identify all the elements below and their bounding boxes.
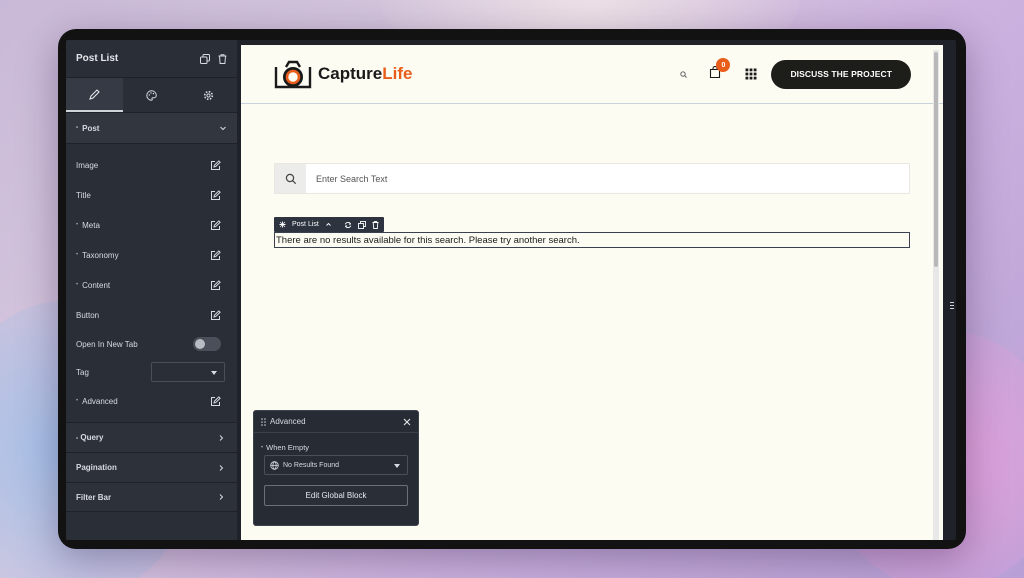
sidebar-item-label: Image	[76, 160, 99, 170]
sidebar-item-label: Content	[82, 280, 111, 290]
sidebar-item-label: Taxonomy	[82, 250, 119, 260]
post-list-toolbar: Post List	[274, 217, 384, 232]
edit-icon[interactable]	[210, 279, 221, 291]
close-icon[interactable]	[403, 418, 411, 426]
canvas-scrollbar[interactable]	[933, 50, 939, 540]
post-list-toolbar-label[interactable]: Post List	[292, 221, 319, 228]
sidebar-item-content[interactable]: • Content	[66, 270, 237, 300]
section-pagination[interactable]: Pagination	[66, 452, 237, 482]
when-empty-label: When Empty	[266, 443, 310, 452]
section-query[interactable]: • Query	[66, 422, 237, 452]
popover-title: Advanced	[270, 417, 306, 426]
search-icon	[285, 173, 297, 185]
when-empty-label-row: • When Empty	[261, 443, 310, 452]
sidebar-item-image[interactable]: Image	[66, 150, 237, 180]
search-icon[interactable]	[680, 70, 688, 78]
edit-icon[interactable]	[210, 219, 221, 231]
chevron-right-icon	[217, 464, 225, 472]
open-new-tab-label: Open In New Tab	[76, 339, 138, 349]
sidebar-header: Post List	[66, 40, 237, 78]
sidebar-title: Post List	[76, 53, 119, 64]
section-query-label: Query	[80, 433, 104, 442]
search-submit-button[interactable]	[275, 164, 306, 193]
post-section-body: Image Title •Meta •Taxonomy •Content	[66, 144, 237, 416]
section-post-label: Post	[82, 123, 100, 133]
chevron-down-icon	[219, 124, 227, 132]
when-empty-select[interactable]: No Results Found	[264, 455, 408, 475]
open-new-tab-toggle[interactable]	[193, 337, 221, 351]
tab-content[interactable]	[66, 78, 123, 112]
edit-icon[interactable]	[210, 309, 221, 321]
sidebar-tabs	[66, 78, 237, 113]
gear-icon	[203, 90, 214, 101]
sidebar-item-taxonomy[interactable]: • Taxonomy	[66, 240, 237, 270]
duplicate-icon[interactable]	[200, 53, 210, 64]
edit-global-block-button[interactable]: Edit Global Block	[264, 485, 408, 506]
tag-label: Tag	[76, 367, 89, 377]
edit-icon[interactable]	[210, 159, 221, 171]
device-frame: Post List • Post Image Title • Meta • Ta…	[58, 29, 966, 549]
chevron-right-icon	[217, 493, 225, 501]
duplicate-icon[interactable]	[357, 220, 366, 229]
sidebar-item-button[interactable]: Button	[66, 300, 237, 330]
section-filter-bar-label: Filter Bar	[76, 492, 112, 502]
section-post[interactable]: • Post	[66, 113, 237, 144]
site-header: CaptureLife 0 DISCUSS THE PROJECT	[241, 45, 943, 104]
editor-sidebar: Post List • Post Image Title • Meta • Ta…	[66, 40, 237, 540]
sidebar-item-meta[interactable]: • Meta	[66, 210, 237, 240]
trash-icon[interactable]	[218, 53, 227, 64]
post-list-empty-message[interactable]: There are no results available for this …	[274, 232, 910, 248]
tag-row: Tag	[66, 358, 237, 386]
edit-icon[interactable]	[210, 189, 221, 201]
globe-icon	[270, 460, 279, 470]
search-input[interactable]	[306, 164, 909, 193]
pencil-icon	[89, 88, 100, 100]
tab-style[interactable]	[123, 78, 180, 112]
logo-text-accent: Life	[382, 64, 413, 83]
move-icon[interactable]	[279, 221, 286, 228]
resize-handle[interactable]	[950, 298, 954, 309]
sidebar-item-label: Button	[76, 310, 100, 320]
drag-handle-icon[interactable]	[261, 417, 266, 426]
sidebar-item-label: Title	[76, 190, 91, 200]
sidebar-item-title[interactable]: Title	[66, 180, 237, 210]
tag-select[interactable]	[151, 362, 225, 382]
sidebar-item-label: Meta	[82, 220, 100, 230]
logo-text-main: Capture	[318, 64, 383, 83]
edit-icon[interactable]	[210, 395, 221, 407]
open-new-tab-row: Open In New Tab	[66, 330, 237, 358]
discuss-project-button[interactable]: DISCUSS THE PROJECT	[771, 59, 911, 89]
cart-button[interactable]: 0	[709, 58, 731, 83]
apps-grid-icon[interactable]	[745, 68, 757, 80]
trash-icon[interactable]	[372, 220, 379, 229]
palette-icon	[146, 89, 157, 101]
camera-icon	[274, 59, 312, 89]
chevron-right-icon	[217, 434, 225, 442]
canvas-scrollbar-thumb[interactable]	[934, 52, 938, 267]
sidebar-item-advanced[interactable]: • Advanced	[66, 386, 237, 416]
section-pagination-label: Pagination	[76, 463, 117, 472]
when-empty-select-value: No Results Found	[283, 461, 340, 469]
tab-advanced[interactable]	[180, 78, 237, 112]
search-bar	[274, 163, 910, 194]
sidebar-item-label: Advanced	[82, 396, 118, 406]
advanced-popover: Advanced • When Empty No Results Found Ed…	[253, 410, 419, 526]
chevron-up-icon[interactable]	[325, 221, 332, 228]
section-filter-bar[interactable]: Filter Bar	[66, 482, 237, 512]
screen: Post List • Post Image Title • Meta • Ta…	[66, 40, 956, 540]
popover-header[interactable]: Advanced	[254, 411, 418, 433]
cart-count-badge: 0	[716, 58, 731, 72]
sync-icon[interactable]	[344, 221, 352, 229]
site-logo[interactable]: CaptureLife	[274, 59, 412, 89]
edit-icon[interactable]	[210, 249, 221, 261]
